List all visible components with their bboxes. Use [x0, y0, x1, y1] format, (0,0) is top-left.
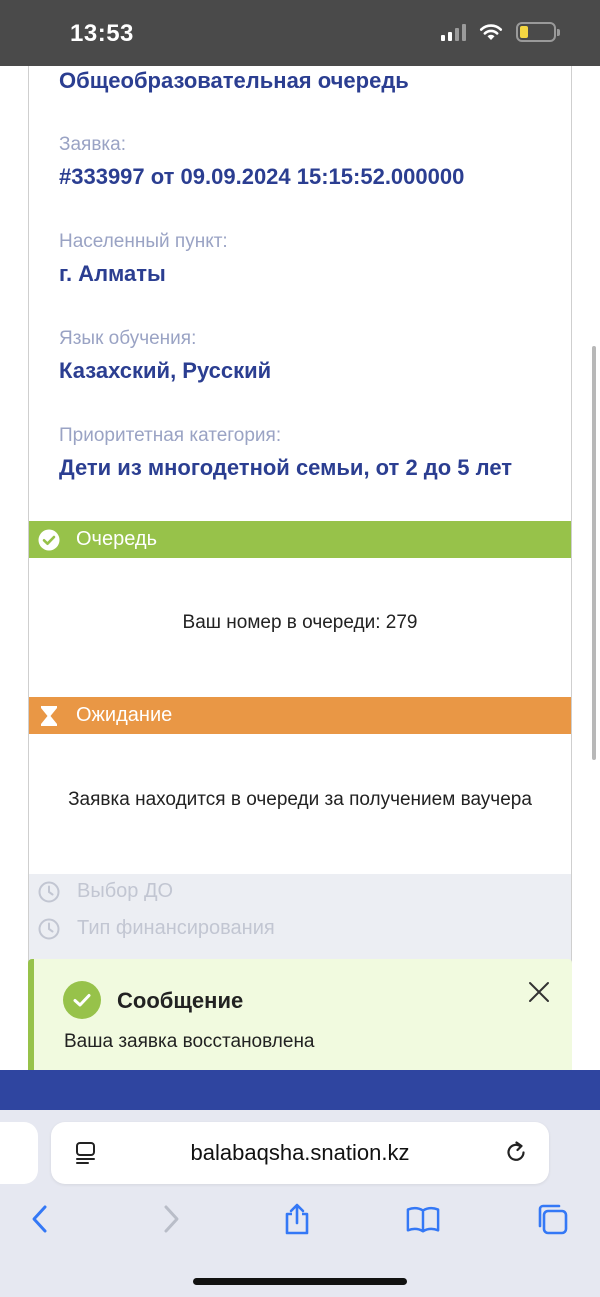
field-value: г. Алматы: [59, 261, 166, 286]
hourglass-icon: [38, 705, 60, 727]
step-title: Выбор ДО: [77, 880, 174, 902]
status-bar: 13:53: [0, 0, 600, 66]
site-footer: [0, 1070, 600, 1110]
field-label: Приоритетная категория:: [59, 425, 282, 446]
battery-icon: [516, 22, 560, 42]
step-title: Очередь: [76, 528, 157, 550]
close-icon[interactable]: [526, 979, 552, 1005]
step-title: Тип финансирования: [77, 917, 275, 939]
step-waiting-header: Ожидание: [29, 697, 571, 734]
success-toast: Сообщение Ваша заявка восстановлена: [28, 959, 572, 1082]
share-icon: [285, 1203, 309, 1235]
field-label: Населенный пункт:: [59, 231, 228, 252]
clock-icon: [38, 881, 60, 902]
status-time: 13:53: [70, 20, 134, 47]
browser-toolbar: balabaqsha.snation.kz: [0, 1110, 600, 1297]
cellular-signal-icon: [441, 23, 466, 41]
field-locality: Населенный пункт: г. Алматы: [59, 231, 228, 287]
wifi-icon: [479, 24, 503, 40]
previous-tab-preview[interactable]: [0, 1122, 38, 1184]
step-title: Ожидание: [76, 704, 173, 726]
toast-message: Ваша заявка восстановлена: [64, 1031, 315, 1052]
queue-type: Общеобразовательная очередь: [59, 68, 409, 94]
book-icon: [406, 1207, 440, 1233]
field-value: Дети из многодетной семьи, от 2 до 5 лет: [59, 455, 513, 480]
url-text: balabaqsha.snation.kz: [190, 1140, 410, 1165]
field-application: Заявка: #333997 от 09.09.2024 15:15:52.0…: [59, 134, 464, 190]
clock-icon: [38, 918, 60, 939]
chevron-right-icon: [164, 1205, 179, 1233]
reload-icon[interactable]: [503, 1139, 529, 1165]
check-circle-icon: [38, 529, 60, 551]
step-queue-header: Очередь: [29, 521, 571, 558]
queue-type-value: Общеобразовательная очередь: [59, 68, 409, 93]
address-bar[interactable]: balabaqsha.snation.kz: [51, 1122, 549, 1184]
field-value: Казахский, Русский: [59, 358, 272, 383]
tabs-icon: [538, 1204, 568, 1235]
field-value: #333997 от 09.09.2024 15:15:52.000000: [59, 164, 465, 189]
waiting-status-text: Заявка находится в очереди за получением…: [68, 789, 532, 810]
field-language: Язык обучения: Казахский, Русский: [59, 328, 271, 384]
field-label: Заявка:: [59, 134, 127, 155]
bookmarks-button[interactable]: [406, 1202, 440, 1236]
step-financing-type: Тип финансирования: [38, 917, 275, 940]
chevron-left-icon: [32, 1205, 47, 1233]
tabs-button[interactable]: [535, 1202, 569, 1236]
check-circle-icon: [63, 981, 101, 1019]
status-icons: [441, 22, 560, 42]
toast-title: Сообщение: [117, 988, 244, 1013]
back-button[interactable]: [23, 1202, 57, 1236]
field-label: Язык обучения:: [59, 328, 197, 349]
share-button[interactable]: [280, 1202, 314, 1236]
page-scrollbar[interactable]: [592, 346, 596, 760]
home-indicator[interactable]: [193, 1278, 407, 1285]
forward-button[interactable]: [154, 1202, 188, 1236]
field-priority-category: Приоритетная категория: Дети из многодет…: [59, 425, 512, 481]
step-choose-kindergarten: Выбор ДО: [38, 880, 173, 903]
queue-number-text: Ваш номер в очереди: 279: [182, 612, 418, 633]
application-card: Общеобразовательная очередь Заявка: #333…: [28, 66, 572, 1070]
